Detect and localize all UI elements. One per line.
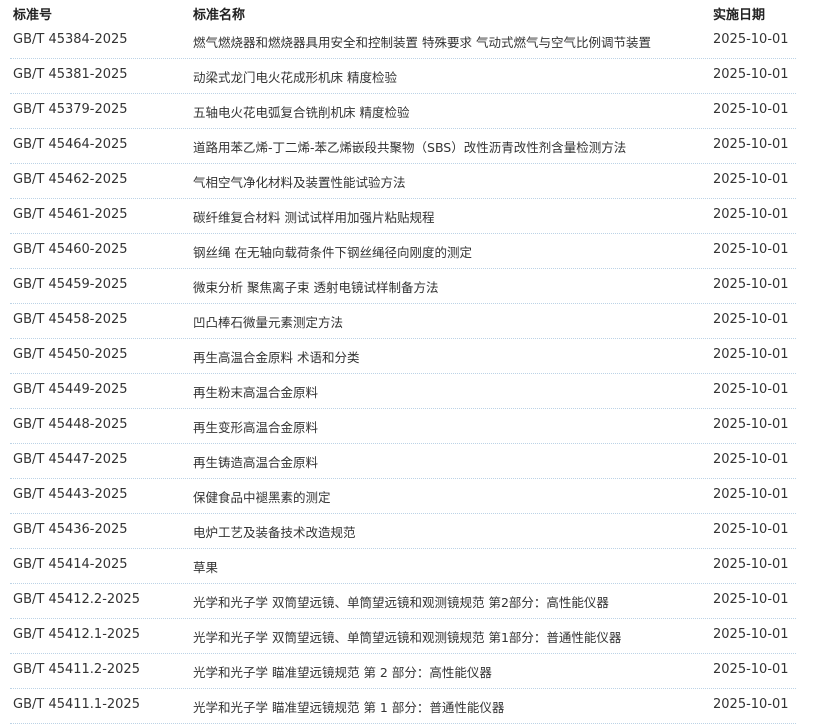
standard-code: GB/T 45447-2025 (13, 452, 128, 467)
table-row[interactable]: GB/T 45464-2025 道路用苯乙烯-丁二烯-苯乙烯嵌段共聚物（SBS）改… (10, 129, 796, 164)
standard-code: GB/T 45458-2025 (13, 312, 128, 327)
table-row[interactable]: GB/T 45460-2025 钢丝绳 在无轴向载荷条件下钢丝绳径向刚度的测定 20… (10, 234, 796, 269)
implementation-date: 2025-10-01 (713, 487, 789, 502)
standard-name-link[interactable]: 保健食品中褪黑素的测定 (193, 487, 331, 506)
standard-name-link[interactable]: 碳纤维复合材料 测试试样用加强片粘贴规程 (193, 207, 434, 226)
implementation-date: 2025-10-01 (713, 347, 789, 362)
table-body: GB/T 45384-2025 燃气燃烧器和燃烧器具用安全和控制装置 特殊要求 气… (10, 24, 796, 724)
implementation-date: 2025-10-01 (713, 417, 789, 432)
standard-name-link[interactable]: 凹凸棒石微量元素测定方法 (193, 312, 343, 331)
implementation-date: 2025-10-01 (713, 697, 789, 712)
header-code: 标准号 (13, 8, 53, 23)
implementation-date: 2025-10-01 (713, 102, 789, 117)
table-row[interactable]: GB/T 45449-2025 再生粉末高温合金原料 2025-10-01 (10, 374, 796, 409)
implementation-date: 2025-10-01 (713, 522, 789, 537)
standard-name-link[interactable]: 燃气燃烧器和燃烧器具用安全和控制装置 特殊要求 气动式燃气与空气比例调节装置 (193, 32, 651, 51)
standard-name-link[interactable]: 气相空气净化材料及装置性能试验方法 (193, 172, 406, 191)
standard-code: GB/T 45436-2025 (13, 522, 128, 537)
standard-name-link[interactable]: 动梁式龙门电火花成形机床 精度检验 (193, 67, 397, 86)
table-row[interactable]: GB/T 45450-2025 再生高温合金原料 术语和分类 2025-10-01 (10, 339, 796, 374)
standard-code: GB/T 45411.1-2025 (13, 697, 140, 712)
standard-name-link[interactable]: 光学和光子学 双筒望远镜、单筒望远镜和观测镜规范 第1部分：普通性能仪器 (193, 627, 621, 646)
table-row[interactable]: GB/T 45414-2025 草果 2025-10-01 (10, 549, 796, 584)
standard-code: GB/T 45379-2025 (13, 102, 128, 117)
standard-name-link[interactable]: 再生粉末高温合金原料 (193, 382, 318, 401)
implementation-date: 2025-10-01 (713, 137, 789, 152)
implementation-date: 2025-10-01 (713, 557, 789, 572)
table-row[interactable]: GB/T 45436-2025 电炉工艺及装备技术改造规范 2025-10-01 (10, 514, 796, 549)
standard-code: GB/T 45384-2025 (13, 32, 128, 47)
standard-name-link[interactable]: 再生高温合金原料 术语和分类 (193, 347, 359, 366)
standard-name-link[interactable]: 道路用苯乙烯-丁二烯-苯乙烯嵌段共聚物（SBS）改性沥青改性剂含量检测方法 (193, 137, 626, 156)
implementation-date: 2025-10-01 (713, 32, 789, 47)
standard-name-link[interactable]: 五轴电火花电弧复合铣削机床 精度检验 (193, 102, 409, 121)
table-row[interactable]: GB/T 45379-2025 五轴电火花电弧复合铣削机床 精度检验 2025-10… (10, 94, 796, 129)
header-name: 标准名称 (193, 8, 246, 23)
standard-code: GB/T 45450-2025 (13, 347, 128, 362)
table-row[interactable]: GB/T 45461-2025 碳纤维复合材料 测试试样用加强片粘贴规程 2025-… (10, 199, 796, 234)
standard-code: GB/T 45449-2025 (13, 382, 128, 397)
standard-name-link[interactable]: 再生变形高温合金原料 (193, 417, 318, 436)
table-row[interactable]: GB/T 45412.2-2025 光学和光子学 双筒望远镜、单筒望远镜和观测镜规… (10, 584, 796, 619)
standard-code: GB/T 45448-2025 (13, 417, 128, 432)
table-row[interactable]: GB/T 45412.1-2025 光学和光子学 双筒望远镜、单筒望远镜和观测镜规… (10, 619, 796, 654)
table-row[interactable]: GB/T 45458-2025 凹凸棒石微量元素测定方法 2025-10-01 (10, 304, 796, 339)
standard-name-link[interactable]: 光学和光子学 瞄准望远镜规范 第 2 部分：高性能仪器 (193, 662, 492, 681)
table-row[interactable]: GB/T 45443-2025 保健食品中褪黑素的测定 2025-10-01 (10, 479, 796, 514)
implementation-date: 2025-10-01 (713, 207, 789, 222)
implementation-date: 2025-10-01 (713, 382, 789, 397)
table-row[interactable]: GB/T 45448-2025 再生变形高温合金原料 2025-10-01 (10, 409, 796, 444)
standard-code: GB/T 45461-2025 (13, 207, 128, 222)
standard-code: GB/T 45460-2025 (13, 242, 128, 257)
table-row[interactable]: GB/T 45411.2-2025 光学和光子学 瞄准望远镜规范 第 2 部分：高… (10, 654, 796, 689)
standard-name-link[interactable]: 光学和光子学 瞄准望远镜规范 第 1 部分：普通性能仪器 (193, 697, 504, 716)
header-date: 实施日期 (713, 8, 766, 23)
table-row[interactable]: GB/T 45384-2025 燃气燃烧器和燃烧器具用安全和控制装置 特殊要求 气… (10, 24, 796, 59)
standard-code: GB/T 45459-2025 (13, 277, 128, 292)
implementation-date: 2025-10-01 (713, 172, 789, 187)
implementation-date: 2025-10-01 (713, 67, 789, 82)
standard-code: GB/T 45381-2025 (13, 67, 128, 82)
standard-code: GB/T 45462-2025 (13, 172, 128, 187)
standard-code: GB/T 45411.2-2025 (13, 662, 140, 677)
standards-table: 标准号 标准名称 实施日期 GB/T 45384-2025 燃气燃烧器和燃烧器具用… (10, 0, 796, 724)
implementation-date: 2025-10-01 (713, 312, 789, 327)
standard-name-link[interactable]: 光学和光子学 双筒望远镜、单筒望远镜和观测镜规范 第2部分：高性能仪器 (193, 592, 609, 611)
standard-code: GB/T 45464-2025 (13, 137, 128, 152)
standard-name-link[interactable]: 电炉工艺及装备技术改造规范 (193, 522, 356, 541)
implementation-date: 2025-10-01 (713, 662, 789, 677)
implementation-date: 2025-10-01 (713, 242, 789, 257)
standard-code: GB/T 45412.2-2025 (13, 592, 140, 607)
standard-name-link[interactable]: 微束分析 聚焦离子束 透射电镜试样制备方法 (193, 277, 438, 296)
standard-code: GB/T 45443-2025 (13, 487, 128, 502)
table-row[interactable]: GB/T 45411.1-2025 光学和光子学 瞄准望远镜规范 第 1 部分：普… (10, 689, 796, 724)
implementation-date: 2025-10-01 (713, 452, 789, 467)
standard-name-link[interactable]: 再生铸造高温合金原料 (193, 452, 318, 471)
implementation-date: 2025-10-01 (713, 592, 789, 607)
table-header: 标准号 标准名称 实施日期 (10, 0, 796, 24)
standard-code: GB/T 45412.1-2025 (13, 627, 140, 642)
implementation-date: 2025-10-01 (713, 277, 789, 292)
standard-code: GB/T 45414-2025 (13, 557, 128, 572)
table-row[interactable]: GB/T 45381-2025 动梁式龙门电火花成形机床 精度检验 2025-10-… (10, 59, 796, 94)
standard-name-link[interactable]: 钢丝绳 在无轴向载荷条件下钢丝绳径向刚度的测定 (193, 242, 472, 261)
implementation-date: 2025-10-01 (713, 627, 789, 642)
table-row[interactable]: GB/T 45459-2025 微束分析 聚焦离子束 透射电镜试样制备方法 2025… (10, 269, 796, 304)
table-row[interactable]: GB/T 45462-2025 气相空气净化材料及装置性能试验方法 2025-10-… (10, 164, 796, 199)
table-row[interactable]: GB/T 45447-2025 再生铸造高温合金原料 2025-10-01 (10, 444, 796, 479)
standard-name-link[interactable]: 草果 (193, 557, 218, 576)
